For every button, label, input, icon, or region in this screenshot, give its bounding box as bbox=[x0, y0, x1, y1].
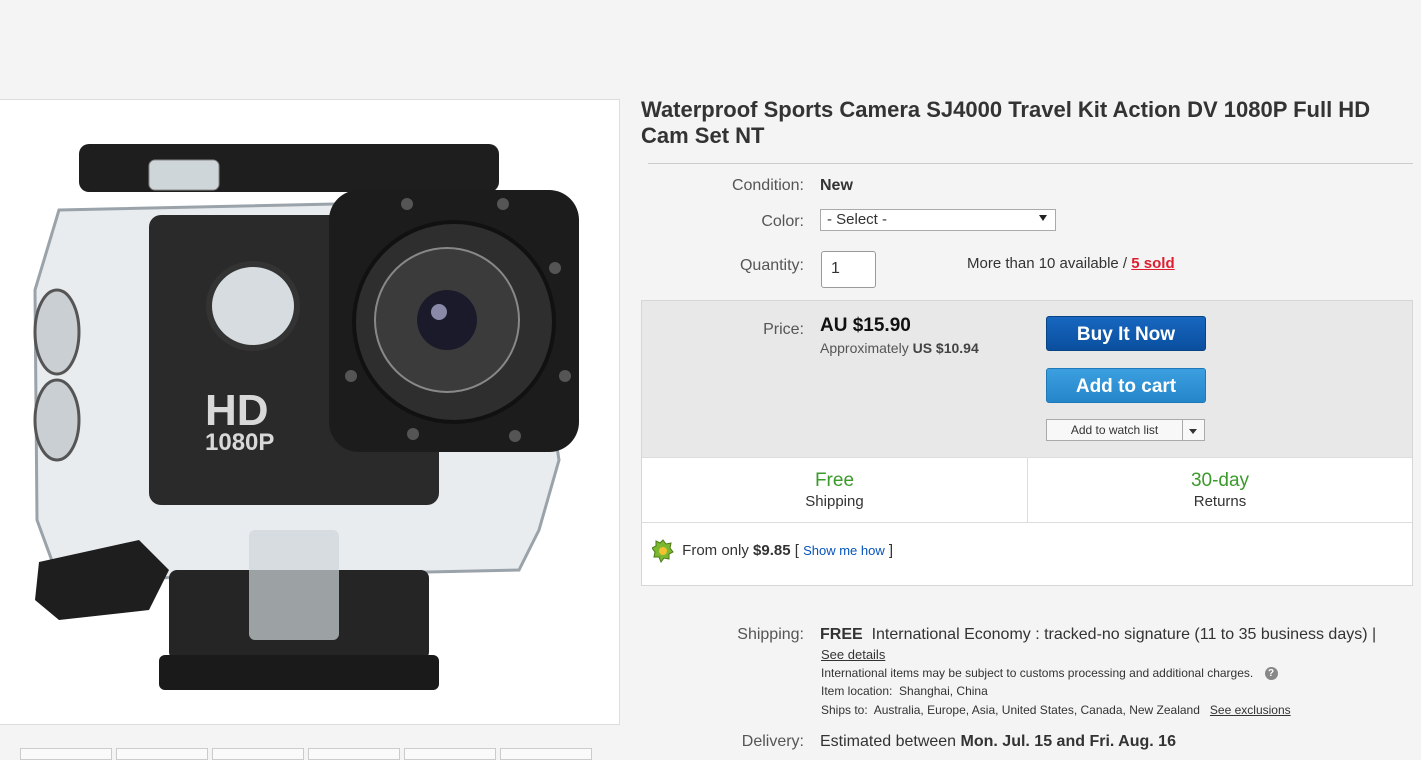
availability: More than 10 available / 5 sold bbox=[967, 255, 1175, 272]
thumbnail-strip bbox=[20, 748, 592, 760]
resolution-logo-text: 1080P bbox=[205, 429, 274, 456]
thumbnail[interactable] bbox=[116, 748, 208, 760]
item-location: Shanghai, China bbox=[899, 684, 988, 698]
customs-note-row: International items may be subject to cu… bbox=[821, 666, 1278, 681]
financing-prefix: From only bbox=[682, 541, 749, 559]
approx-label: Approximately bbox=[820, 340, 909, 356]
color-label: Color: bbox=[761, 213, 804, 230]
financing-row: From only $9.85 [ Show me how ] bbox=[651, 539, 894, 564]
see-exclusions-link[interactable]: See exclusions bbox=[1210, 703, 1291, 717]
item-location-row: Item location: Shanghai, China bbox=[821, 684, 988, 698]
see-details-link[interactable]: See details bbox=[821, 647, 885, 662]
color-select-value: - Select - bbox=[827, 211, 888, 228]
product-title: Waterproof Sports Camera SJ4000 Travel K… bbox=[641, 97, 1371, 148]
price-box: Price: AU $15.90 Approximately US $10.94… bbox=[641, 300, 1413, 586]
product-image-panel[interactable]: HD 1080P bbox=[0, 99, 620, 725]
shipping-method: International Economy : tracked-no signa… bbox=[871, 626, 1377, 643]
availability-text: More than 10 available / bbox=[967, 255, 1128, 272]
returns-highlight-small: Returns bbox=[1193, 493, 1247, 510]
financing-bracket-close: ] bbox=[888, 541, 894, 559]
condition-label: Condition: bbox=[731, 177, 804, 194]
item-location-label: Item location: bbox=[821, 684, 893, 698]
financing-amount: $9.85 bbox=[753, 541, 791, 559]
thumbnail[interactable] bbox=[20, 748, 112, 760]
color-select[interactable]: - Select - bbox=[820, 209, 1056, 231]
quantity-label: Quantity: bbox=[739, 257, 804, 274]
delivery-estimate: Estimated between Mon. Jul. 15 and Fri. … bbox=[820, 733, 1176, 751]
delivery-prefix: Estimated between bbox=[820, 733, 957, 750]
returns-highlight-big: 30-day bbox=[1190, 470, 1250, 491]
hd-logo-text: HD bbox=[205, 386, 269, 435]
quantity-input[interactable]: 1 bbox=[821, 251, 876, 288]
ships-to-label: Ships to: bbox=[821, 703, 868, 717]
buy-it-now-button[interactable]: Buy It Now bbox=[1046, 316, 1206, 351]
shipping-free: FREE bbox=[820, 626, 863, 643]
badge-icon bbox=[651, 539, 674, 564]
caret-down-icon bbox=[1189, 429, 1197, 434]
ships-to-row: Ships to: Australia, Europe, Asia, Unite… bbox=[821, 703, 1291, 717]
product-image[interactable]: HD 1080P bbox=[0, 100, 619, 724]
watch-list-dropdown[interactable] bbox=[1183, 419, 1205, 441]
shipping-highlight-big: Free bbox=[814, 470, 855, 491]
thumbnail[interactable] bbox=[212, 748, 304, 760]
shipping-label: Shipping: bbox=[737, 626, 804, 643]
approx-price: Approximately US $10.94 bbox=[820, 340, 979, 356]
financing-bracket-open: [ bbox=[794, 541, 799, 559]
customs-note: International items may be subject to cu… bbox=[821, 666, 1254, 680]
sold-count-link[interactable]: 5 sold bbox=[1131, 255, 1174, 272]
approx-value: US $10.94 bbox=[912, 340, 979, 356]
add-to-cart-button[interactable]: Add to cart bbox=[1046, 368, 1206, 403]
chevron-down-icon bbox=[1039, 215, 1047, 221]
price-label: Price: bbox=[763, 321, 804, 338]
thumbnail[interactable] bbox=[404, 748, 496, 760]
title-divider bbox=[648, 163, 1413, 164]
show-me-how-link[interactable]: Show me how bbox=[803, 543, 885, 558]
help-icon[interactable]: ? bbox=[1264, 667, 1278, 681]
shipping-method-row: FREE International Economy : tracked-no … bbox=[820, 626, 1376, 644]
add-to-watch-list-button[interactable]: Add to watch list bbox=[1046, 419, 1183, 441]
price-amount: AU $15.90 bbox=[820, 315, 911, 336]
condition-value: New bbox=[820, 177, 853, 194]
thumbnail[interactable] bbox=[308, 748, 400, 760]
delivery-range: Mon. Jul. 15 and Fri. Aug. 16 bbox=[960, 733, 1176, 750]
thumbnail[interactable] bbox=[500, 748, 592, 760]
ships-to: Australia, Europe, Asia, United States, … bbox=[873, 703, 1200, 717]
returns-highlight: 30-day Returns bbox=[1027, 457, 1412, 523]
free-shipping-highlight: Free Shipping bbox=[642, 457, 1027, 523]
shipping-highlight-small: Shipping bbox=[805, 493, 864, 510]
delivery-label: Delivery: bbox=[741, 733, 804, 750]
price-panel: Price: AU $15.90 Approximately US $10.94… bbox=[642, 301, 1412, 457]
